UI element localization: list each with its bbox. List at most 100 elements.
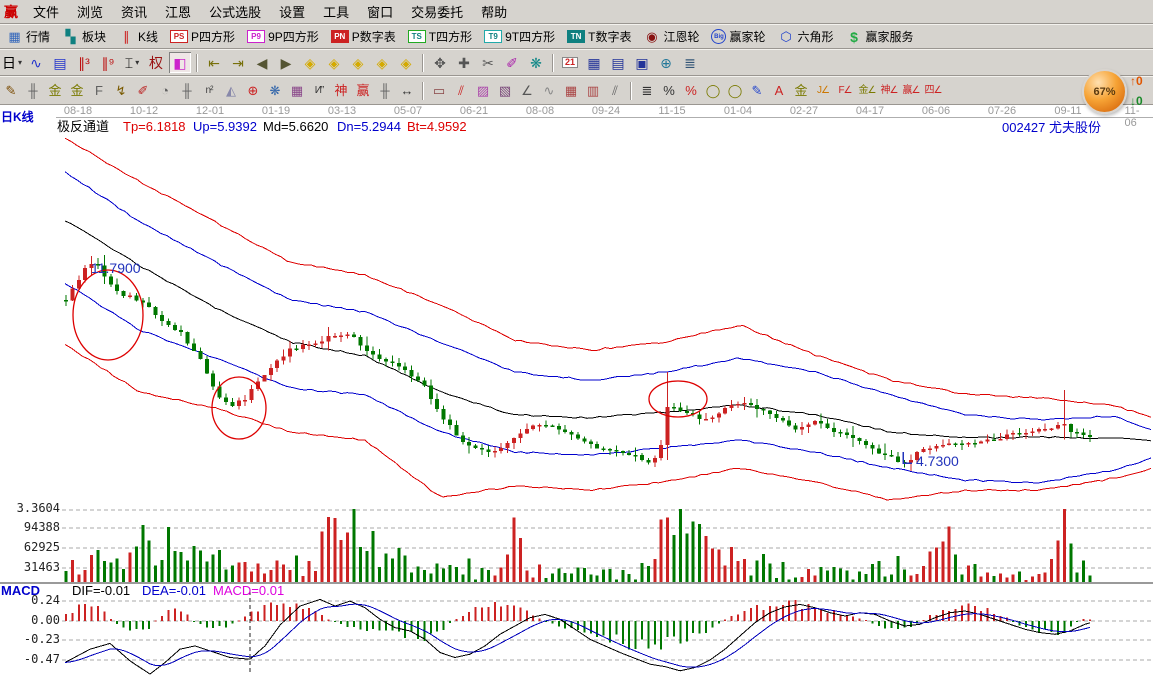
goldcircle2-tool-icon[interactable]: ◯ (725, 80, 745, 102)
shen-angle-tool-icon[interactable]: 神∠ (879, 80, 899, 102)
color-chart-icon[interactable]: ◧ (169, 52, 191, 73)
ying-angle-tool-icon: 赢∠ (903, 86, 920, 96)
ying-angle-tool-icon[interactable]: 赢∠ (901, 80, 921, 102)
width-tool-icon[interactable]: ↔ (397, 80, 417, 102)
steps-tool-icon[interactable]: ≣ (637, 80, 657, 102)
shen-ruler-icon[interactable]: 神 (331, 80, 351, 102)
blocks-button[interactable]: ▚板块 (56, 27, 112, 46)
ruler2-tool-icon[interactable]: ╫ (177, 80, 197, 102)
memo-icon[interactable]: ▤ (607, 52, 629, 73)
last-bar-icon[interactable]: ⇥ (227, 52, 249, 73)
gold-ruler1-icon[interactable]: 金 (45, 80, 65, 102)
diamond-left-icon[interactable]: ◈ (299, 52, 321, 73)
diamond-center-icon[interactable]: ◈ (395, 52, 417, 73)
diamond-right-icon[interactable]: ◈ (323, 52, 345, 73)
goldcircle1-tool-icon[interactable]: ◯ (703, 80, 723, 102)
f10-info-icon[interactable]: ▤ (49, 52, 71, 73)
n2-tool-icon[interactable]: n² (199, 80, 219, 102)
ying-ruler-icon[interactable]: 赢 (353, 80, 373, 102)
menu-item-6[interactable]: 工具 (314, 0, 358, 23)
quote-tool-icon[interactable]: И” (309, 80, 329, 102)
winner-service-button[interactable]: $赢家服务 (840, 27, 920, 46)
percent1-tool-icon[interactable]: % (659, 80, 679, 102)
t9-square-button[interactable]: T99T四方形 (478, 27, 561, 46)
wave-tool-icon[interactable]: ∿ (539, 80, 559, 102)
print-icon[interactable]: ≣ (679, 52, 701, 73)
diamond-compress-icon[interactable]: ◈ (371, 52, 393, 73)
boxfan2-tool-icon[interactable]: ▧ (495, 80, 515, 102)
menu-item-1[interactable]: 浏览 (68, 0, 112, 23)
percent2-tool-icon[interactable]: % (681, 80, 701, 102)
first-bar-icon[interactable]: ⇤ (203, 52, 225, 73)
network-icon[interactable]: ⊕ (655, 52, 677, 73)
toolbar-view: 日▾∿▤∥³∥⁹⌶▾权◧⇤⇥◀▶◈◈◈◈◈✥✚✂✐❋21▦▤▣⊕≣ (0, 49, 1153, 76)
gann-wheel-button[interactable]: ◉江恩轮 (637, 27, 705, 46)
gold-ruler2-icon[interactable]: 金 (67, 80, 87, 102)
gold-angle-tool-icon[interactable]: 金∠ (857, 80, 877, 102)
f-angle-tool-icon[interactable]: F∠ (835, 80, 855, 102)
goldline-tool-icon[interactable]: 金 (791, 80, 811, 102)
quotes-button[interactable]: ▦行情 (0, 27, 56, 46)
kline-button[interactable]: ∥K线 (112, 27, 164, 46)
hand-tool-icon[interactable]: ✥ (429, 52, 451, 73)
menu-item-2[interactable]: 资讯 (112, 0, 156, 23)
menu-item-9[interactable]: 帮助 (472, 0, 516, 23)
t-number-button[interactable]: TNT数字表 (561, 27, 637, 46)
candle-style-button[interactable]: ⌶▾ (121, 52, 143, 73)
ruler123-icon[interactable]: ╫ (375, 80, 395, 102)
prev-bar-icon[interactable]: ◀ (251, 52, 273, 73)
a-tool-icon[interactable]: A (769, 80, 789, 102)
stock-code-name[interactable]: 002427 尤夫股份 (1002, 121, 1101, 135)
box-tool-icon[interactable]: ▭ (429, 80, 449, 102)
menu-item-0[interactable]: 文件 (24, 0, 68, 23)
gridstar-tool-icon[interactable]: ▦ (287, 80, 307, 102)
line-chart-icon[interactable]: ∿ (25, 52, 47, 73)
menu-item-8[interactable]: 交易委托 (402, 0, 472, 23)
crosshair-icon[interactable]: ✚ (453, 52, 475, 73)
measure-icon[interactable]: ✂ (477, 52, 499, 73)
bluepen-tool-icon[interactable]: ✎ (747, 80, 767, 102)
bars9-icon[interactable]: ∥⁹ (97, 52, 119, 73)
p-square-button-label: P四方形 (191, 28, 235, 45)
next-bar-icon[interactable]: ▶ (275, 52, 297, 73)
fan-tool-icon[interactable]: ⫽ (451, 80, 471, 102)
bars3-icon[interactable]: ∥³ (73, 52, 95, 73)
p-number-button[interactable]: PNP数字表 (325, 27, 402, 46)
win-rate-ball[interactable]: 67% (1082, 69, 1127, 114)
p9-square-button[interactable]: P99P四方形 (241, 27, 325, 46)
indicator-name[interactable]: 极反通道 (57, 120, 109, 134)
menu-item-4[interactable]: 公式选股 (200, 0, 270, 23)
f-ruler-icon[interactable]: F (89, 80, 109, 102)
compass-tool-icon[interactable]: ✎ (1, 80, 21, 102)
diamond-expand-icon[interactable]: ◈ (347, 52, 369, 73)
cycle-tool-icon[interactable]: ❋ (525, 52, 547, 73)
hexagon-button[interactable]: ⬡六角形 (772, 27, 840, 46)
next-bar-icon: ▶ (281, 56, 292, 70)
exrights-icon[interactable]: 权 (145, 52, 167, 73)
gann-pen-icon[interactable]: ✐ (501, 52, 523, 73)
menu-item-3[interactable]: 江恩 (156, 0, 200, 23)
menu-item-5[interactable]: 设置 (270, 0, 314, 23)
winner-wheel-button[interactable]: Big赢家轮 (705, 27, 771, 46)
calculator-icon[interactable]: ▦ (583, 52, 605, 73)
boxfan1-tool-icon[interactable]: ▨ (473, 80, 493, 102)
save-icon[interactable]: ▣ (631, 52, 653, 73)
menu-item-7[interactable]: 窗口 (358, 0, 402, 23)
ruler-tool-icon[interactable]: ╫ (23, 80, 43, 102)
si-angle-tool-icon[interactable]: 四∠ (923, 80, 943, 102)
target-tool-icon[interactable]: ⊕ (243, 80, 263, 102)
j-angle-tool-icon[interactable]: J∠ (813, 80, 833, 102)
t-square-button[interactable]: TST四方形 (402, 27, 478, 46)
calendar-icon[interactable]: 21 (559, 52, 581, 73)
starburst-tool-icon[interactable]: ❋ (265, 80, 285, 102)
gauge-tool-icon[interactable]: ◔ (155, 80, 175, 102)
prism-tool-icon[interactable]: ◭ (221, 80, 241, 102)
redgrid1-tool-icon[interactable]: ▦ (561, 80, 581, 102)
period-day-button[interactable]: 日▾ (1, 52, 23, 73)
p-square-button[interactable]: PSP四方形 (164, 27, 241, 46)
parallel-tool-icon[interactable]: ⫽ (605, 80, 625, 102)
spiral-tool-icon[interactable]: ↯ (111, 80, 131, 102)
redgrid2-tool-icon[interactable]: ▥ (583, 80, 603, 102)
red-brush-icon[interactable]: ✐ (133, 80, 153, 102)
angles-tool-icon[interactable]: ∠ (517, 80, 537, 102)
